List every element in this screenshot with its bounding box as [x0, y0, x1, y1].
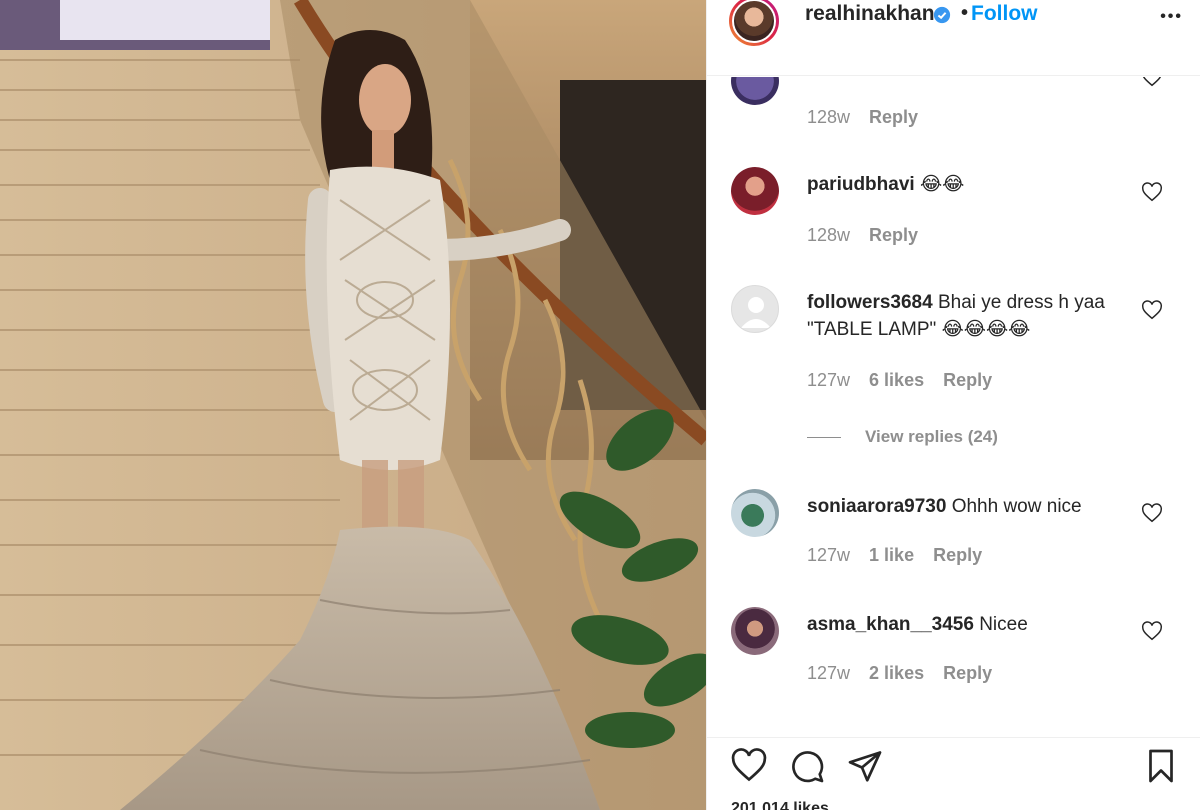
author-username[interactable]: realhinakhan: [805, 2, 935, 26]
comment-time: 127w: [807, 663, 851, 683]
commenter-avatar[interactable]: [731, 285, 779, 333]
comment-text: soniaarora9730 Ohhh wow nice: [807, 493, 1137, 520]
follow-button[interactable]: Follow: [971, 2, 1038, 26]
reply-button[interactable]: Reply: [933, 545, 982, 565]
verified-badge-icon: [933, 6, 951, 24]
comment-username[interactable]: followers3684: [807, 292, 933, 313]
post-header: realhinakhan • Follow •••: [707, 0, 1200, 76]
post-sidebar: realhinakhan • Follow ••• 128w Reply par…: [706, 0, 1200, 810]
comment-time: 128w: [807, 225, 851, 245]
comment-text: pariudbhavi 😂😂: [807, 171, 1137, 198]
comment-text: asma_khan__3456 Nicee: [807, 611, 1137, 638]
comment-likes[interactable]: 6 likes: [869, 370, 924, 390]
comment-meta: 128w Reply: [807, 225, 932, 246]
heart-icon[interactable]: [1141, 182, 1163, 204]
comment-body: Ohhh wow nice: [951, 496, 1082, 517]
commenter-avatar[interactable]: [731, 489, 779, 537]
heart-icon[interactable]: [1141, 77, 1163, 89]
commenter-avatar[interactable]: [731, 167, 779, 215]
comment-time: 128w: [807, 107, 851, 127]
heart-icon[interactable]: [1141, 503, 1163, 525]
comment-time: 127w: [807, 370, 851, 390]
comment-likes[interactable]: 2 likes: [869, 663, 924, 683]
comment-time: 127w: [807, 545, 851, 565]
comment-meta: 127w 1 like Reply: [807, 545, 996, 566]
post-actions-bar: 201,014 likes: [707, 737, 1200, 810]
commenter-avatar[interactable]: [731, 77, 779, 105]
comment-body: Nicee: [979, 614, 1028, 635]
reply-button[interactable]: Reply: [869, 107, 918, 127]
separator-dot: •: [961, 2, 969, 24]
more-options-icon[interactable]: •••: [1160, 8, 1183, 26]
heart-icon[interactable]: [1141, 300, 1163, 322]
share-icon[interactable]: [847, 748, 883, 784]
comment-meta: 127w 6 likes Reply: [807, 370, 1006, 391]
comment-meta: 128w Reply: [807, 107, 932, 128]
reply-button[interactable]: Reply: [943, 370, 992, 390]
comment-username[interactable]: soniaarora9730: [807, 496, 946, 517]
comment-text: followers3684 Bhai ye dress h yaa "TABLE…: [807, 289, 1137, 343]
author-avatar[interactable]: [729, 0, 779, 46]
view-replies-label: View replies (24): [865, 427, 998, 446]
comment-likes[interactable]: 1 like: [869, 545, 914, 565]
view-replies-button[interactable]: View replies (24): [807, 427, 998, 447]
reply-button[interactable]: Reply: [943, 663, 992, 683]
likes-count[interactable]: 201,014 likes: [731, 800, 829, 810]
reply-button[interactable]: Reply: [869, 225, 918, 245]
commenter-avatar[interactable]: [731, 607, 779, 655]
heart-icon[interactable]: [1141, 621, 1163, 643]
comments-list[interactable]: 128w Reply pariudbhavi 😂😂 128w Reply fol…: [707, 77, 1200, 737]
comment-icon[interactable]: [789, 748, 825, 784]
comment-body: 😂😂: [919, 174, 965, 195]
comment-meta: 127w 2 likes Reply: [807, 663, 1006, 684]
bookmark-icon[interactable]: [1143, 748, 1179, 784]
comment-username[interactable]: asma_khan__3456: [807, 614, 974, 635]
view-replies-line: [807, 437, 841, 439]
comment-username[interactable]: pariudbhavi: [807, 174, 915, 195]
default-avatar-icon: [741, 297, 771, 328]
post-photo[interactable]: [0, 0, 706, 810]
post-image: [0, 0, 706, 810]
heart-icon[interactable]: [731, 748, 767, 784]
